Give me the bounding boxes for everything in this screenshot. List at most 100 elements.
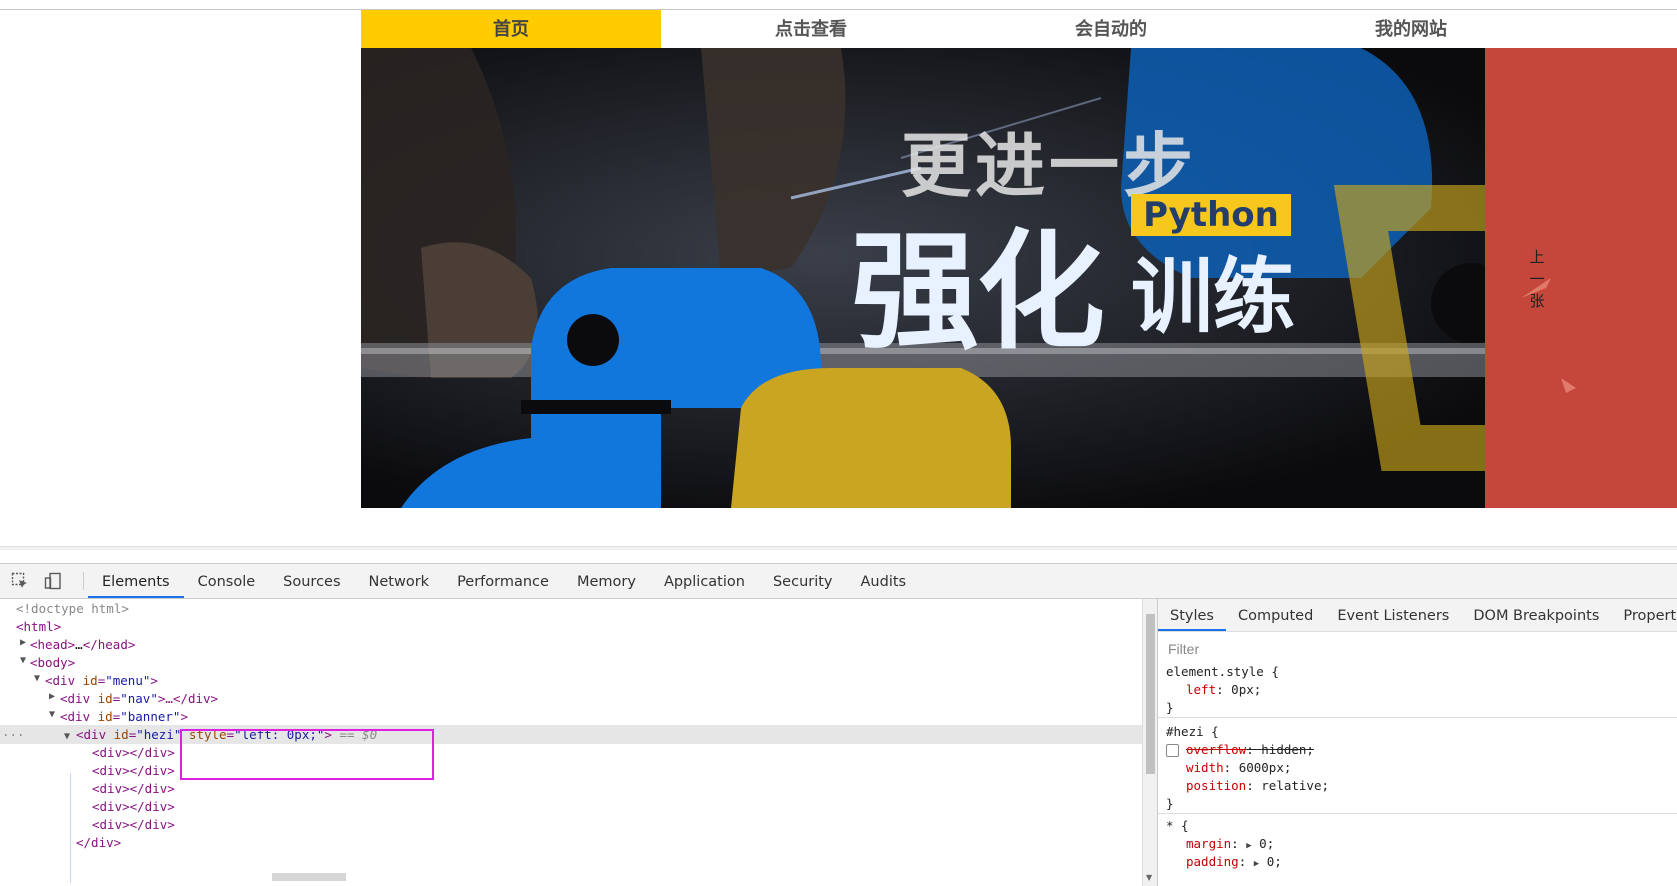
attr-value: "banner" (120, 709, 181, 724)
dom-node-child-div[interactable]: <div></div> (92, 779, 175, 798)
rule-selector: #hezi { (1166, 724, 1219, 739)
nav-item-auto[interactable]: 会自动的 (961, 10, 1261, 48)
css-declaration[interactable]: margin: ▶ 0; (1158, 835, 1677, 853)
device-toolbar-icon[interactable] (44, 572, 62, 590)
expand-triangle-icon[interactable]: ▶ (1254, 859, 1259, 869)
dom-node-child-div[interactable]: <div></div> (92, 797, 175, 816)
collapse-triangle-icon[interactable]: ▼ (34, 673, 40, 684)
devtools-panel: Elements Console Sources Network Perform… (0, 563, 1677, 886)
dom-node-head[interactable]: <head>…</head> (30, 635, 135, 654)
css-declaration-disabled[interactable]: overflow: hidden; (1158, 741, 1677, 759)
dom-node-child-div[interactable]: <div></div> (92, 761, 175, 780)
devtools-toolbar: Elements Console Sources Network Perform… (0, 564, 1677, 599)
scrollbar-thumb[interactable] (1146, 614, 1155, 774)
div-open-tag: <div (76, 727, 114, 742)
more-options-icon[interactable]: ... (2, 722, 25, 741)
tab-computed[interactable]: Computed (1226, 599, 1325, 631)
dom-tree: <!doctype html> <html> ▶ <head>…</head> … (0, 599, 1142, 886)
css-declaration[interactable]: width: 6000px; (1158, 759, 1677, 777)
div-open-tag: <div (60, 709, 98, 724)
css-prop-value: 0px; (1231, 682, 1262, 697)
div-tag: <div></div> (92, 763, 175, 778)
div-close-tag: </div> (76, 835, 122, 850)
banner-headline-main: 强化 (851, 218, 1105, 367)
tab-styles[interactable]: Styles (1158, 599, 1226, 631)
css-declaration[interactable]: left: 0px; (1158, 681, 1677, 699)
dom-tree-horizontal-scrollbar[interactable] (272, 873, 346, 881)
tab-event-listeners[interactable]: Event Listeners (1325, 599, 1461, 631)
page-horizontal-scrollbar[interactable]: ◀ (0, 546, 1677, 550)
css-prop-value: 6000px; (1238, 760, 1292, 775)
doctype-text: <!doctype html> (16, 601, 129, 616)
tab-sources[interactable]: Sources (269, 564, 354, 598)
tab-properties[interactable]: Properties (1611, 599, 1677, 631)
tab-application[interactable]: Application (650, 564, 759, 598)
tab-security[interactable]: Security (759, 564, 847, 598)
expand-triangle-icon[interactable]: ▶ (1246, 841, 1251, 851)
dom-node-hezi-selected[interactable]: ... ▼ <div id="hezi" style="left: 0px;">… (0, 722, 1142, 746)
scroll-down-arrow-icon[interactable]: ▼ (1146, 873, 1152, 882)
nav-item-home[interactable]: 首页 (361, 10, 661, 48)
tab-elements[interactable]: Elements (88, 564, 184, 598)
nav-item-click-view[interactable]: 点击查看 (661, 10, 961, 48)
styles-tabs: Styles Computed Event Listeners DOM Brea… (1158, 599, 1677, 632)
attr-name: id (97, 709, 113, 724)
prev-slide-button[interactable]: 上一张 (1526, 246, 1548, 312)
rule-universal: * { margin: ▶ 0; padding: ▶ 0; (1158, 817, 1677, 871)
collapse-triangle-icon[interactable]: ▼ (64, 727, 70, 746)
attr-name: id (82, 673, 98, 688)
nav-item-my-site[interactable]: 我的网站 (1261, 10, 1561, 48)
css-declaration[interactable]: padding: ▶ 0; (1158, 853, 1677, 871)
div-open-tag: <div (45, 673, 83, 688)
tab-dom-breakpoints[interactable]: DOM Breakpoints (1461, 599, 1611, 631)
dom-tree-vertical-scrollbar[interactable]: ▼ (1142, 599, 1158, 886)
dom-node-close-div[interactable]: </div> (76, 833, 121, 852)
dom-node-html[interactable]: <html> (16, 617, 61, 636)
expand-triangle-icon[interactable]: ▶ (49, 691, 55, 702)
attr-name: id (97, 691, 113, 706)
div-tag: <div></div> (92, 817, 175, 832)
tab-memory[interactable]: Memory (563, 564, 650, 598)
css-declaration[interactable]: position: relative; (1158, 777, 1677, 795)
dom-node-child-div[interactable]: <div></div> (92, 815, 175, 834)
rule-close-brace: } (1166, 796, 1174, 811)
tag-close: >…</div> (157, 691, 219, 706)
dom-node-child-div[interactable]: <div></div> (92, 743, 175, 762)
css-prop-name: overflow (1186, 742, 1247, 757)
rule-hezi: #hezi { overflow: hidden; width: 6000px;… (1158, 723, 1677, 814)
collapse-triangle-icon[interactable]: ▼ (49, 709, 55, 720)
div-tag: <div></div> (92, 781, 175, 796)
dom-node-doctype[interactable]: <!doctype html> (16, 599, 129, 618)
tab-console[interactable]: Console (184, 564, 270, 598)
declaration-checkbox[interactable] (1166, 744, 1179, 757)
css-prop-name: padding (1186, 854, 1239, 869)
div-open-tag: <div (60, 691, 98, 706)
div-tag: <div></div> (92, 799, 175, 814)
head-open-tag: <head> (30, 637, 76, 652)
tab-audits[interactable]: Audits (847, 564, 921, 598)
indent-guide (70, 773, 71, 883)
toolbar-divider (83, 572, 84, 590)
dom-node-body[interactable]: <body> (30, 653, 75, 672)
dom-node-nav[interactable]: <div id="nav">…</div> (60, 689, 218, 708)
inspect-element-icon[interactable] (11, 572, 29, 590)
css-prop-name: margin (1186, 836, 1232, 851)
collapse-triangle-icon[interactable]: ▼ (20, 655, 26, 666)
dom-node-menu[interactable]: <div id="menu"> (45, 671, 158, 690)
tab-performance[interactable]: Performance (443, 564, 563, 598)
tag-close: > (150, 673, 158, 688)
tag-close: > (180, 709, 188, 724)
css-prop-value: hidden; (1261, 742, 1314, 757)
styles-pane: Styles Computed Event Listeners DOM Brea… (1157, 599, 1677, 886)
devtools-tabs: Elements Console Sources Network Perform… (88, 564, 920, 598)
expand-triangle-icon[interactable]: ▶ (20, 637, 26, 648)
styles-filter-input[interactable] (1166, 637, 1670, 661)
css-prop-value: 0; (1266, 854, 1282, 869)
dom-node-banner[interactable]: <div id="banner"> (60, 707, 188, 726)
attr-value: "hezi" (136, 727, 182, 742)
tab-network[interactable]: Network (355, 564, 444, 598)
head-close-tag: </head> (82, 637, 136, 652)
rule-selector: * { (1166, 818, 1189, 833)
rule-element-style: element.style { left: 0px; } (1158, 663, 1677, 718)
rule-selector: element.style { (1166, 664, 1279, 679)
